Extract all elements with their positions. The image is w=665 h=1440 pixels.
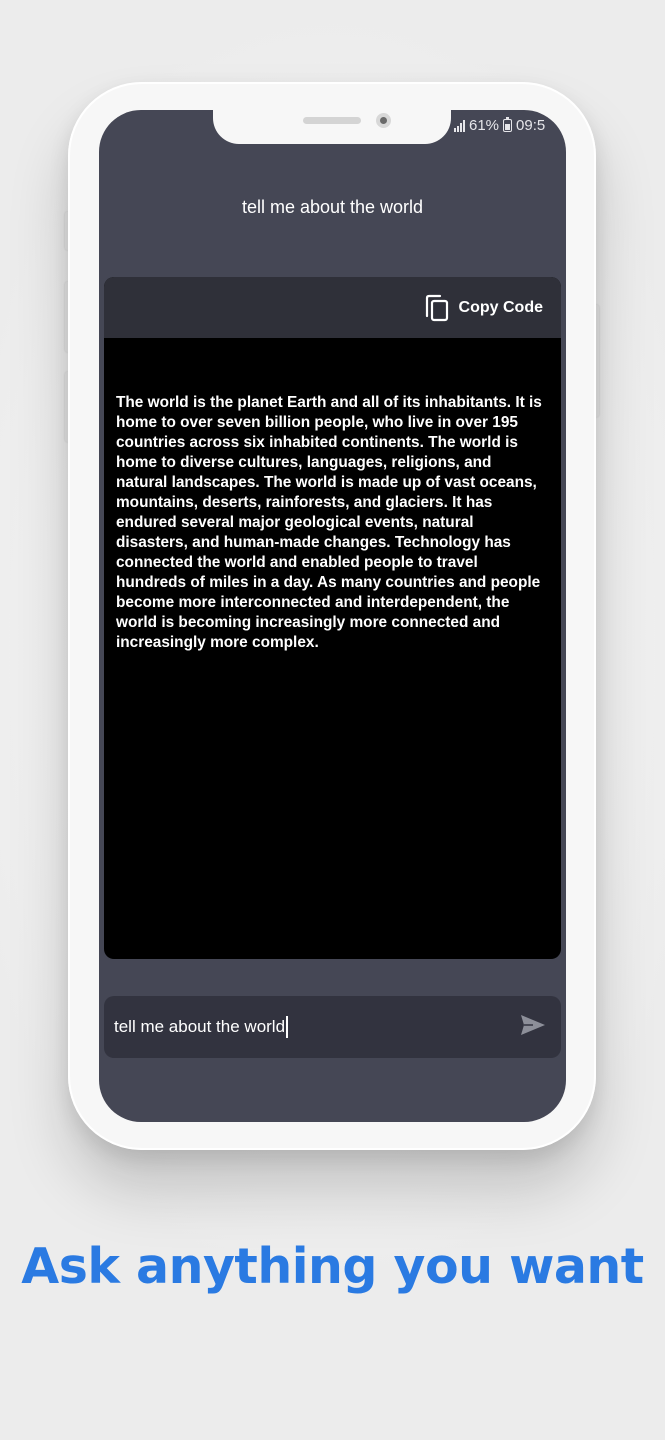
signal-icon [454,119,465,132]
message-input[interactable]: tell me about the world [114,1016,519,1038]
message-input-value: tell me about the world [114,1017,286,1036]
battery-percent: 61% [469,116,500,134]
battery-icon [503,116,513,132]
status-bar: 61% 09:5 [454,116,566,134]
chat-title: tell me about the world [241,197,424,217]
copy-code-button[interactable]: Copy Code [425,294,543,322]
marketing-tagline: Ask anything you want [21,1238,644,1295]
send-button[interactable] [519,1013,547,1042]
phone-screen: 61% 09:5 tell me about the world Copy Co… [99,110,566,1122]
send-icon [519,1013,547,1042]
status-time: 09:5 [516,116,546,134]
response-card: Copy Code The world is the planet Earth … [104,277,561,959]
text-caret [286,1016,289,1038]
notch [213,110,451,144]
front-camera [376,113,391,128]
message-input-bar[interactable]: tell me about the world [104,996,561,1058]
response-text: The world is the planet Earth and all of… [116,394,542,651]
copy-code-label: Copy Code [458,298,543,316]
copy-icon [425,294,449,322]
response-card-header: Copy Code [104,277,561,338]
speaker-grille [303,117,361,124]
